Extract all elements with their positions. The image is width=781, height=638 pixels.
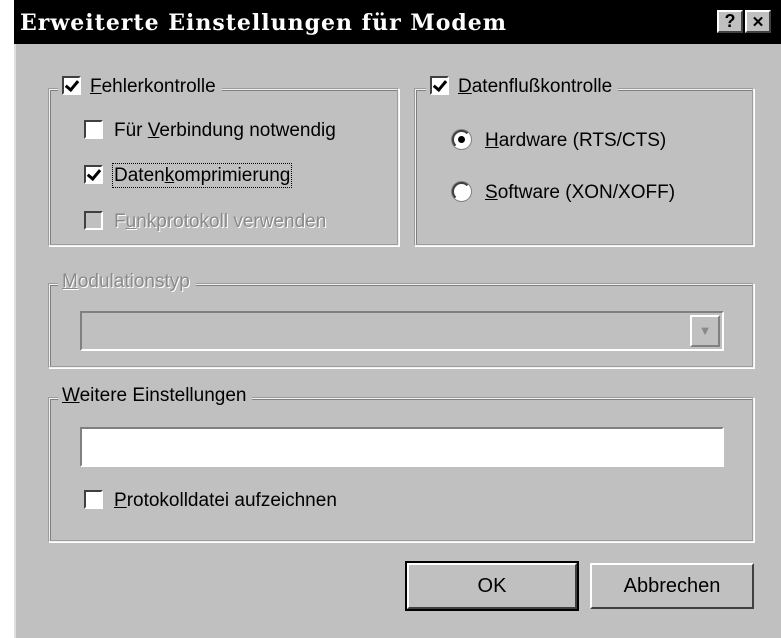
log-file-checkbox[interactable] [84,490,103,509]
flow-control-label: Datenflußkontrolle [458,76,613,97]
option-data-compression[interactable]: Datenkomprimierung [84,163,293,188]
close-icon: ✕ [751,14,765,31]
log-file-label: Protokolldatei aufzeichnen [114,490,337,511]
data-compression-label: Datenkomprimierung [111,163,293,188]
dialog-title: Erweiterte Einstellungen für Modem [20,10,508,36]
modulation-label: Modulationstyp [58,271,196,293]
connection-required-checkbox[interactable] [84,120,103,139]
error-control-label: Fehlerkontrolle [90,76,216,97]
option-cellular-protocol: Funkprotokoll verwenden [84,210,326,234]
flow-control-toggle[interactable]: Datenflußkontrolle [426,76,619,98]
option-log-file[interactable]: Protokolldatei aufzeichnen [84,489,337,513]
software-radio[interactable] [452,182,471,201]
option-connection-required[interactable]: Für Verbindung notwendig [84,119,336,143]
title-bar: Erweiterte Einstellungen für Modem ? ✕ [14,0,781,44]
error-control-checkbox[interactable] [62,76,81,95]
flow-control-group [414,88,754,246]
radio-hardware[interactable]: Hardware (RTS/CTS) [452,129,666,153]
radio-software[interactable]: Software (XON/XOFF) [452,181,675,205]
cellular-protocol-label: Funkprotokoll verwenden [114,211,327,232]
cellular-protocol-checkbox [84,211,103,230]
ok-button[interactable]: OK [405,561,579,611]
extra-settings-label: Weitere Einstellungen [58,385,253,407]
extra-settings-input[interactable] [80,427,724,467]
software-label: Software (XON/XOFF) [485,182,676,203]
extra-settings-group [48,397,754,542]
data-compression-checkbox[interactable] [84,165,103,184]
error-control-toggle[interactable]: Fehlerkontrolle [58,76,222,98]
cancel-button[interactable]: Abbrechen [590,563,754,609]
modulation-select: ▼ [80,311,724,351]
flow-control-checkbox[interactable] [430,76,449,95]
hardware-radio[interactable] [452,130,471,149]
hardware-label: Hardware (RTS/CTS) [485,130,667,151]
help-icon: ? [724,11,736,31]
chevron-down-icon: ▼ [690,315,720,347]
close-button[interactable]: ✕ [745,10,771,33]
connection-required-label: Für Verbindung notwendig [114,120,336,141]
help-button[interactable]: ? [717,10,743,33]
